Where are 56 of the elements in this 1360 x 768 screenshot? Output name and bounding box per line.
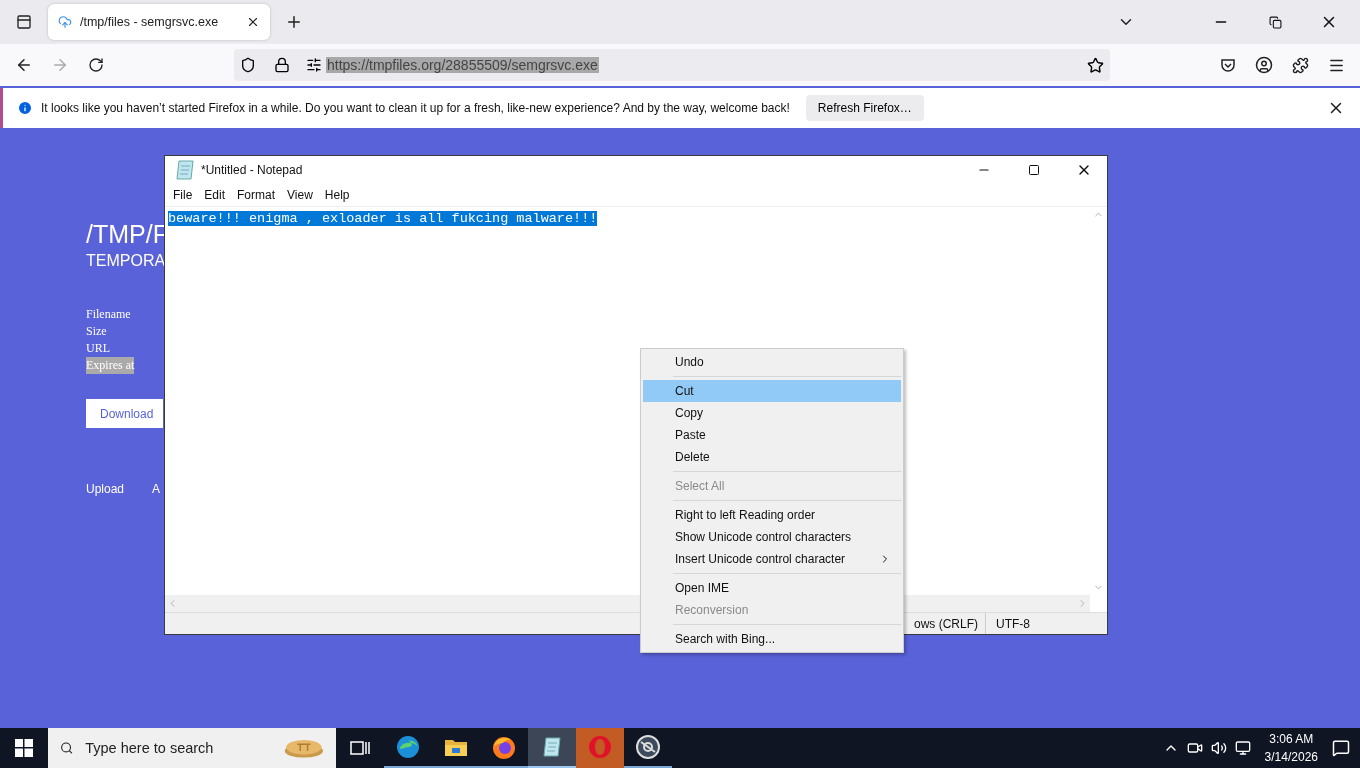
- camera-icon[interactable]: [1186, 740, 1203, 756]
- network-icon[interactable]: [1234, 740, 1251, 756]
- close-tab-icon[interactable]: [246, 15, 260, 29]
- site-subtitle: TEMPORA: [86, 252, 166, 270]
- refresh-firefox-button[interactable]: Refresh Firefox…: [805, 95, 924, 121]
- context-menu-item[interactable]: Paste: [643, 424, 901, 446]
- site-title: /TMP/F: [86, 220, 168, 248]
- status-text: UTF-8: [985, 613, 1107, 634]
- field-label: Size: [86, 323, 107, 340]
- cloud-icon: [58, 15, 72, 29]
- menu-item[interactable]: Format: [231, 188, 282, 202]
- shield-icon[interactable]: [240, 57, 256, 73]
- bookmark-star-icon[interactable]: [1087, 56, 1104, 74]
- edge-icon: [395, 734, 421, 760]
- folder-icon: [444, 737, 468, 757]
- context-menu-item[interactable]: Right to left Reading order: [643, 504, 901, 526]
- nav-link[interactable]: Upload: [86, 482, 125, 496]
- search-icon: [60, 739, 74, 757]
- context-menu-item[interactable]: Show Unicode control characters: [643, 526, 901, 548]
- notepad-icon: [540, 735, 564, 759]
- search-input[interactable]: Type here to search: [83, 739, 275, 757]
- opera-icon: [587, 734, 613, 760]
- volume-icon[interactable]: [1210, 740, 1227, 756]
- menu-item[interactable]: View: [281, 188, 319, 202]
- menu-item[interactable]: Help: [318, 188, 356, 202]
- browser-tab[interactable]: /tmp/files - semgrsvc.exe: [48, 4, 270, 40]
- notification-icon[interactable]: [1332, 739, 1350, 757]
- tab-title: /tmp/files - semgrsvc.exe: [80, 15, 220, 29]
- context-menu-item[interactable]: Delete: [643, 446, 901, 468]
- context-menu-item[interactable]: Insert Unicode control character: [643, 548, 901, 570]
- url-text: https://tmpfiles.org/28855509/semgrsvc.exe: [326, 57, 599, 73]
- download-button[interactable]: Download: [86, 399, 163, 428]
- notification-message: It looks like you haven’t started Firefox in a while. Do you want to clean it up for a fresh, like-new experience? And by the way, welcome back!: [41, 101, 790, 115]
- notepad-icon: [173, 158, 197, 182]
- windows-logo-icon: [15, 739, 33, 757]
- sliders-icon[interactable]: [306, 57, 322, 73]
- firefox-icon: [491, 734, 517, 760]
- clock[interactable]: 3:06 AM 3/14/2026: [1258, 730, 1324, 766]
- url-bar[interactable]: https://tmpfiles.org/28855509/semgrsvc.exe: [234, 49, 1110, 81]
- context-menu-item[interactable]: Search with Bing...: [643, 628, 901, 650]
- context-menu-item[interactable]: Cut: [643, 380, 901, 402]
- context-menu-item[interactable]: Copy: [643, 402, 901, 424]
- menu-item[interactable]: File: [167, 188, 199, 202]
- info-icon: [17, 100, 33, 116]
- context-menu-item[interactable]: Open IME: [643, 577, 901, 599]
- search-bar[interactable]: Type here to search: [48, 728, 336, 768]
- document-text: beware!!! enigma , exloader is all fukcing malware!!!: [168, 211, 598, 226]
- window-title: *Untitled - Notepad: [201, 163, 303, 177]
- app-icon: [635, 734, 661, 760]
- taskbar-app[interactable]: [528, 728, 576, 768]
- lock-icon[interactable]: [274, 57, 290, 73]
- field-label: URL: [86, 340, 110, 357]
- context-menu-item[interactable]: Undo: [643, 351, 901, 373]
- nav-link[interactable]: A: [152, 482, 161, 496]
- field-label: Filename: [86, 306, 131, 323]
- menu-item[interactable]: Edit: [198, 188, 232, 202]
